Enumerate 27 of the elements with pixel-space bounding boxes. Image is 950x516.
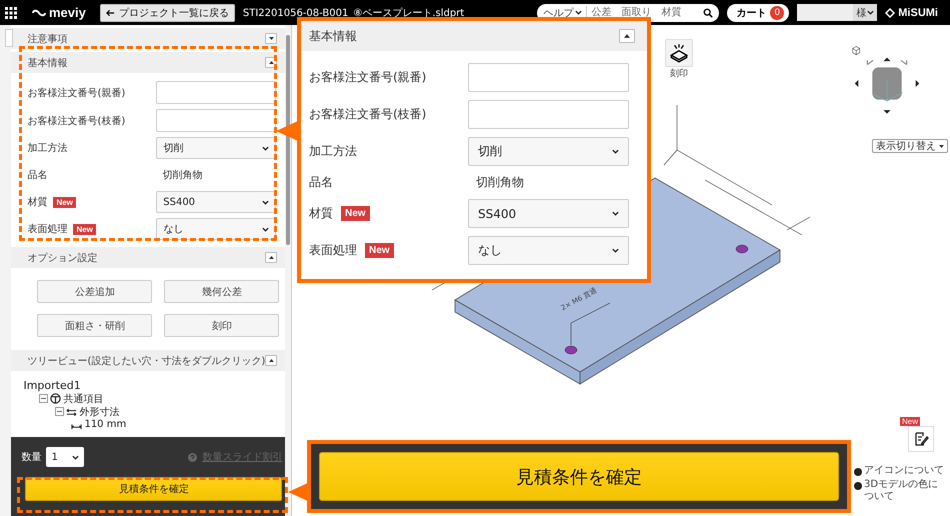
quantity-label: 数量 <box>21 451 42 464</box>
field-label: 材質 <box>309 205 333 222</box>
new-badge: New <box>73 224 96 234</box>
field-label: 品名 <box>309 174 333 191</box>
field-label: お客様注文番号(枝番) <box>27 114 126 128</box>
new-badge: New <box>53 196 76 208</box>
new-badge: New <box>900 417 920 426</box>
field-value: 切削角物 <box>161 168 204 182</box>
section-title: 基本情報 <box>309 28 357 44</box>
field-value: 切削角物 <box>475 174 525 191</box>
field-label: 表面処理 <box>309 242 357 259</box>
new-badge: New <box>365 243 394 258</box>
field-label: 加工方法 <box>309 143 357 160</box>
section-title: ツリービュー(設定したい穴・寸法をダブルクリック) <box>27 354 266 368</box>
new-badge: New <box>341 206 370 221</box>
field-label: 品名 <box>27 169 48 182</box>
field-label: 加工方法 <box>27 142 68 155</box>
field-label: お客様注文番号(枝番) <box>309 106 426 123</box>
cart-count-badge: 0 <box>770 6 784 20</box>
field-label: お客様注文番号(親番) <box>309 69 426 86</box>
section-title: 注意事項 <box>27 32 68 46</box>
field-label: 表面処理 <box>27 222 68 236</box>
section-title: オプション設定 <box>27 252 98 264</box>
field-label: お客様注文番号(親番) <box>27 86 126 100</box>
field-label: 材質 <box>27 196 48 209</box>
file-name: STI2201056-08-B001_⑧ベースプレート.sldprt <box>242 6 464 20</box>
section-title: 基本情報 <box>27 56 68 70</box>
